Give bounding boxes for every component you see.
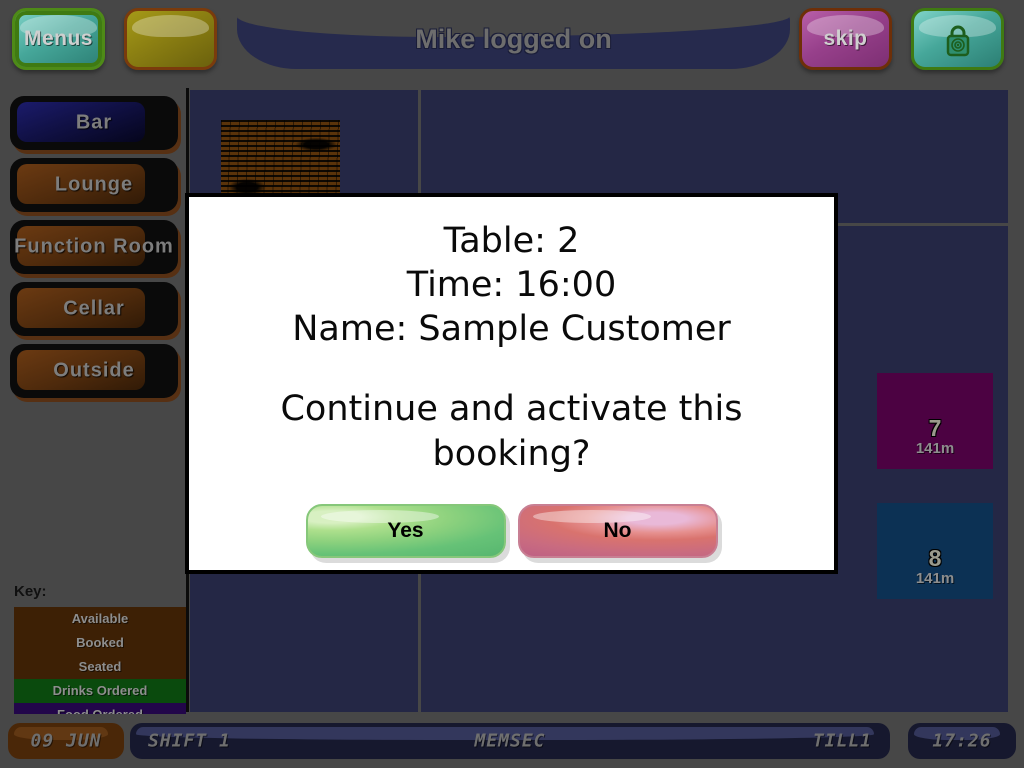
table-number: 7 bbox=[928, 415, 942, 441]
booking-confirmation-dialog: Table: 2 Time: 16:00 Name: Sample Customer… bbox=[185, 193, 838, 574]
operator-text: MEMSEC bbox=[474, 730, 546, 752]
clock-text: 17:26 bbox=[932, 730, 992, 752]
key-title: Key: bbox=[14, 583, 47, 600]
room-sidebar: Bar Lounge Function Room Cellar Outside Key:… bbox=[0, 88, 188, 768]
lock-button[interactable] bbox=[911, 8, 1004, 70]
app-root: Menus Mike logged on skip BarLoungeFun bbox=[0, 0, 1024, 768]
button-gloss bbox=[132, 15, 209, 37]
logged-on-banner-text: Mike logged on bbox=[415, 24, 612, 54]
sidebar-item-label: Function Room bbox=[14, 235, 174, 258]
key-row: Booked bbox=[14, 631, 186, 655]
skip-button-label: skip bbox=[823, 27, 868, 50]
table-number: 8 bbox=[928, 545, 942, 571]
status-info-bar: SHIFT 1 MEMSEC TILL1 bbox=[130, 723, 890, 759]
yes-button-label: Yes bbox=[387, 519, 424, 542]
yes-button[interactable]: Yes bbox=[305, 504, 506, 558]
key-row: Seated bbox=[14, 655, 186, 679]
clock-display: 17:26 bbox=[908, 723, 1016, 759]
booking-details: Table: 2 Time: 16:00 Name: Sample Customer bbox=[189, 219, 834, 351]
status-bar: 09 JUN SHIFT 1 MEMSEC TILL1 17:26 bbox=[0, 714, 1024, 768]
room-button-list: Bar Lounge Function Room Cellar Outside bbox=[0, 96, 188, 398]
sidebar-item-label: Bar bbox=[75, 111, 113, 134]
sidebar-item-label: Outside bbox=[53, 359, 135, 382]
no-button-label: No bbox=[603, 519, 632, 542]
dialog-button-row: Yes No bbox=[189, 504, 834, 558]
table-tile[interactable]: 7 141m bbox=[877, 373, 993, 469]
sidebar-item-label: Cellar bbox=[63, 297, 125, 320]
table-tile-wood[interactable] bbox=[221, 120, 340, 202]
no-button[interactable]: No bbox=[517, 504, 718, 558]
booking-detail-line: Name: Sample Customer bbox=[292, 309, 731, 350]
sidebar-item-lounge[interactable]: Lounge bbox=[10, 158, 178, 212]
date-display: 09 JUN bbox=[8, 723, 124, 759]
table-minutes: 141m bbox=[915, 570, 955, 587]
till-text: TILL1 bbox=[812, 730, 872, 752]
table-tile[interactable]: 8 141m bbox=[877, 503, 993, 599]
menus-button[interactable]: Menus bbox=[12, 8, 105, 70]
skip-button[interactable]: skip bbox=[799, 8, 892, 70]
unlabeled-toolbar-button[interactable] bbox=[124, 8, 217, 70]
key-row: Available bbox=[14, 607, 186, 631]
date-text: 09 JUN bbox=[30, 730, 102, 752]
top-toolbar: Menus Mike logged on skip bbox=[0, 0, 1024, 88]
booking-detail-line: Time: 16:00 bbox=[406, 265, 617, 306]
key-row: Drinks Ordered bbox=[14, 679, 186, 703]
menus-button-label: Menus bbox=[23, 27, 93, 50]
dialog-question: Continue and activate this booking? bbox=[280, 389, 743, 475]
sidebar-item-label: Lounge bbox=[54, 173, 134, 196]
padlock-icon bbox=[946, 25, 969, 57]
booking-detail-line: Table: 2 bbox=[443, 221, 580, 261]
sidebar-item-outside[interactable]: Outside bbox=[10, 344, 178, 398]
sidebar-item-bar[interactable]: Bar bbox=[10, 96, 178, 150]
sidebar-item-cellar[interactable]: Cellar bbox=[10, 282, 178, 336]
logged-on-banner: Mike logged on bbox=[237, 14, 790, 69]
table-minutes: 141m bbox=[915, 440, 955, 457]
sidebar-item-function-room[interactable]: Function Room bbox=[10, 220, 178, 274]
